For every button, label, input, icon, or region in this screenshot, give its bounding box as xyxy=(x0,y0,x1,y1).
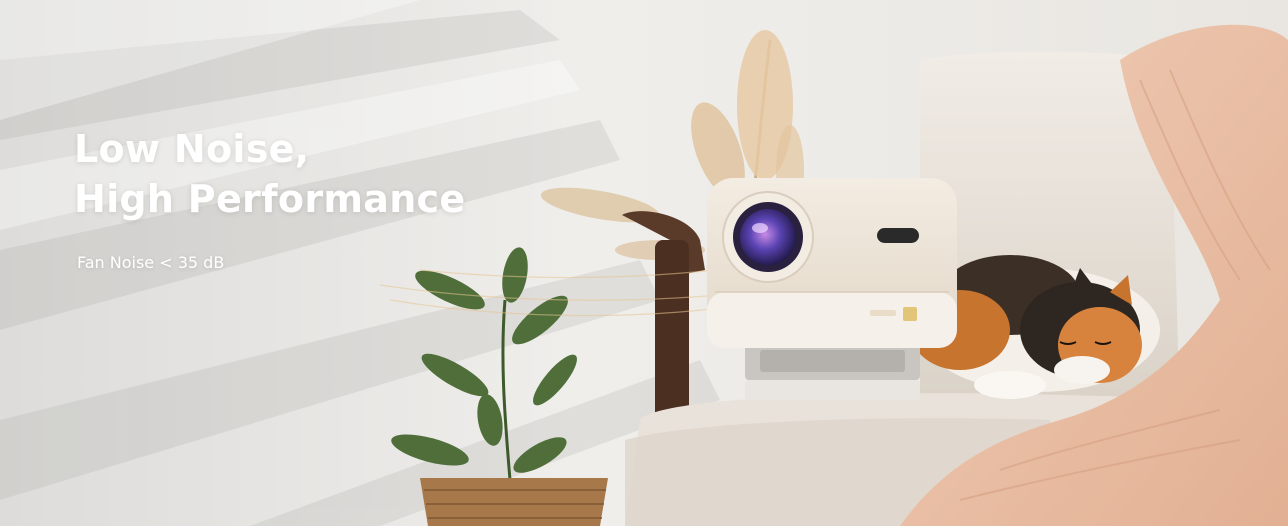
hero-banner: Low Noise, High Performance Fan Noise < … xyxy=(0,0,1288,526)
headline-line-2: High Performance xyxy=(74,177,466,221)
projector-stand xyxy=(745,345,920,400)
projector xyxy=(707,178,957,348)
fan-noise-spec: Fan Noise < 35 dB xyxy=(77,253,225,272)
headline-line-1: Low Noise, xyxy=(74,127,310,171)
4k-badge-icon xyxy=(903,307,917,321)
sensor-icon xyxy=(877,228,919,243)
headline: Low Noise, High Performance xyxy=(74,124,465,224)
projector-lens-icon xyxy=(722,191,814,283)
